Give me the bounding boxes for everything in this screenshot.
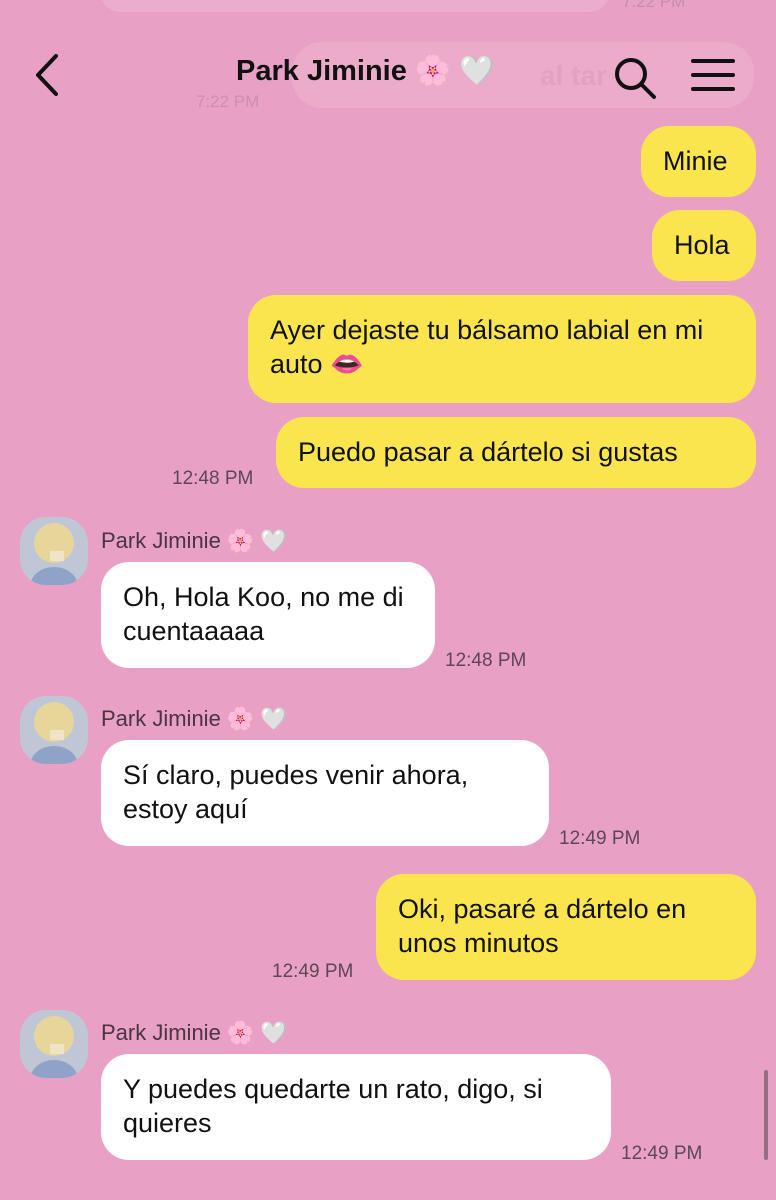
sender-name: Park Jiminie 🌸 🤍 (101, 706, 288, 732)
sender-name-text: Park Jiminie (101, 1020, 221, 1045)
cherry-blossom-emoji: 🌸 (226, 1020, 255, 1045)
message-timestamp: 12:49 PM (621, 1143, 703, 1164)
chat-title: Park Jiminie 🌸 🤍 (236, 54, 495, 88)
cherry-blossom-emoji: 🌸 (414, 55, 451, 87)
outgoing-message[interactable]: Puedo pasar a dártelo si gustas (276, 417, 756, 488)
sender-name: Park Jiminie 🌸 🤍 (101, 528, 288, 554)
white-heart-emoji: 🤍 (260, 706, 288, 731)
cherry-blossom-emoji: 🌸 (226, 706, 255, 731)
message-text: Sí claro, puedes venir ahora, estoy aquí (123, 760, 469, 824)
outgoing-message[interactable]: Oki, pasaré a dártelo en unos minutos (376, 874, 756, 980)
incoming-message[interactable]: Sí claro, puedes venir ahora, estoy aquí (101, 740, 549, 846)
outgoing-message[interactable]: Minie (641, 126, 756, 197)
avatar[interactable] (20, 517, 88, 585)
search-icon[interactable] (612, 56, 658, 100)
message-timestamp: 12:49 PM (272, 961, 354, 982)
incoming-message[interactable]: Y puedes quedarte un rato, digo, si quie… (101, 1054, 611, 1160)
message-text: Oh, Hola Koo, no me di cuentaaaaa (123, 582, 404, 646)
outgoing-message[interactable]: Hola (652, 210, 756, 281)
back-arrow-icon[interactable] (30, 52, 70, 98)
white-heart-emoji: 🤍 (260, 528, 288, 553)
sender-name-text: Park Jiminie (101, 706, 221, 731)
avatar[interactable] (20, 1010, 88, 1078)
scrollbar[interactable] (764, 1070, 768, 1160)
white-heart-emoji: 🤍 (458, 55, 496, 87)
incoming-message[interactable]: Oh, Hola Koo, no me di cuentaaaaa (101, 562, 435, 668)
sender-name: Park Jiminie 🌸 🤍 (101, 1020, 288, 1046)
message-timestamp: 12:48 PM (445, 650, 527, 671)
message-text: Puedo pasar a dártelo si gustas (298, 437, 678, 467)
outgoing-message[interactable]: Ayer dejaste tu bálsamo labial en mi aut… (248, 295, 756, 403)
message-text: Hola (674, 230, 730, 260)
sender-name-text: Park Jiminie (101, 528, 221, 553)
white-heart-emoji: 🤍 (260, 1020, 288, 1045)
hamburger-menu-icon[interactable] (690, 58, 736, 92)
avatar[interactable] (20, 696, 88, 764)
cherry-blossom-emoji: 🌸 (226, 528, 255, 553)
message-text: Y puedes quedarte un rato, digo, si quie… (123, 1074, 543, 1138)
chat-header: Park Jiminie 🌸 🤍 (0, 0, 776, 120)
message-timestamp: 12:49 PM (559, 828, 641, 849)
message-text: Oki, pasaré a dártelo en unos minutos (398, 894, 687, 958)
message-text: Minie (663, 146, 728, 176)
message-text: Ayer dejaste tu bálsamo labial en mi aut… (270, 315, 704, 379)
message-timestamp: 12:48 PM (172, 468, 254, 489)
chat-title-text: Park Jiminie (236, 54, 407, 87)
